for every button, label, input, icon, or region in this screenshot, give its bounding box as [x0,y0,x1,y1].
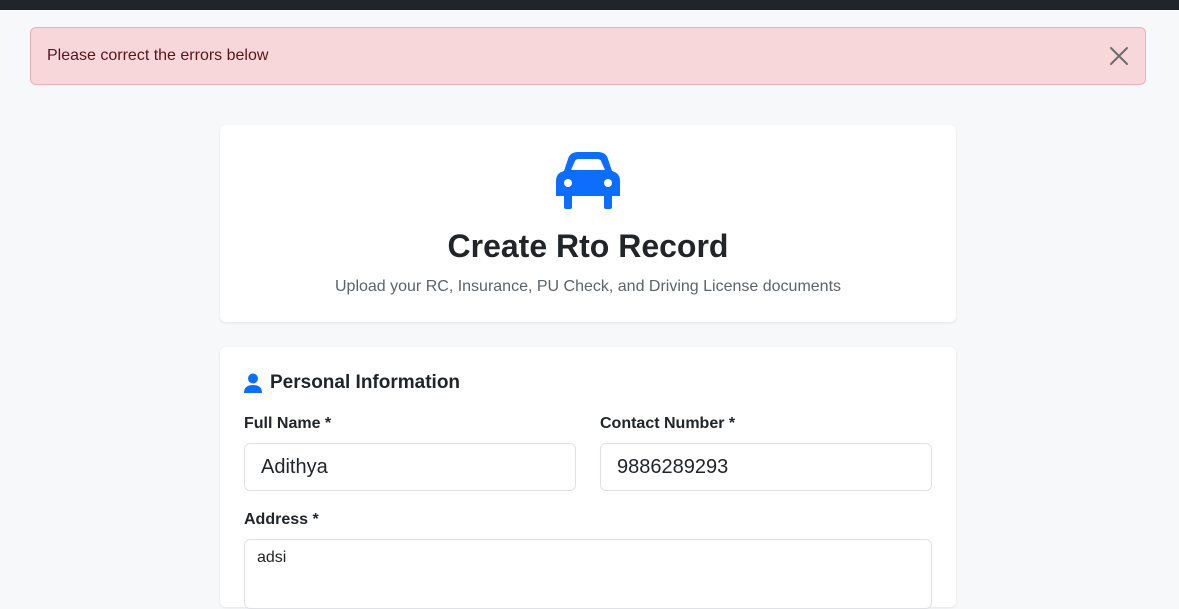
address-label: Address * [244,511,319,528]
contact-number-input[interactable] [600,443,932,491]
alert-message: Please correct the errors below [47,47,269,64]
car-icon [554,151,622,209]
error-alert: Please correct the errors below [30,27,1146,85]
top-navbar [0,0,1179,10]
contact-number-label: Contact Number * [600,415,736,432]
close-icon[interactable] [1107,44,1131,68]
full-name-label: Full Name * [244,415,332,432]
section-header: Personal Information [244,372,460,394]
section-title: Personal Information [270,372,461,393]
page-title: Create Rto Record [447,228,729,264]
address-textarea[interactable]: adsi [244,539,932,609]
full-name-input[interactable] [244,443,576,491]
header-card: Create Rto Record Upload your RC, Insura… [220,125,956,322]
personal-info-card: Personal Information Full Name * Contact… [220,347,956,609]
page-subtitle: Upload your RC, Insurance, PU Check, and… [334,278,842,295]
person-icon [244,373,262,393]
